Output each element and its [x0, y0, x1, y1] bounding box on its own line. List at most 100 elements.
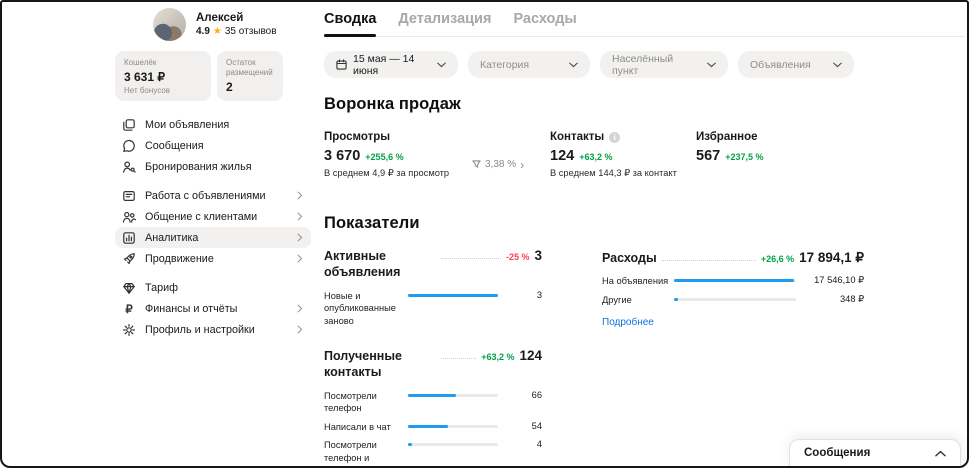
bar-fill — [408, 393, 456, 397]
card-value: 124 — [519, 348, 542, 363]
avatar — [153, 8, 186, 41]
card-title: Расходы — [602, 251, 657, 265]
tab-summary[interactable]: Сводка — [324, 11, 377, 37]
sidebar-item-work-with-listings[interactable]: Работа с объявлениями — [115, 185, 311, 206]
contacts-change: +63,2 % — [579, 152, 613, 162]
messages-widget-label: Сообщения — [804, 447, 871, 459]
svg-text:₽: ₽ — [125, 304, 133, 316]
sidebar-item-label: Бронирования жилья — [145, 160, 252, 173]
page: Алексей 4.9 35 отзывов Кошелёк 3 631 ₽ Н… — [0, 0, 969, 468]
views-change: +255,6 % — [365, 152, 404, 162]
card-title: Активные объявления — [324, 249, 401, 280]
profile-reviews: 35 отзывов — [224, 26, 277, 37]
sidebar-item-label: Продвижение — [145, 252, 214, 265]
sidebar-item-analytics[interactable]: Аналитика — [115, 227, 311, 248]
metric-row: На объявления 17 546,10 ₽ — [602, 275, 864, 287]
funnel-row: Просмотры 3 670 +255,6 % В среднем 4,9 ₽… — [324, 131, 965, 179]
tab-expenses[interactable]: Расходы — [513, 11, 576, 36]
card-value: 3 — [534, 248, 542, 263]
sidebar-item-client-communication[interactable]: Общение с клиентами — [115, 206, 311, 227]
card-received-contacts: Полученные контакты +63,2 % 124 Посмотре… — [324, 348, 542, 466]
dotted-leader — [661, 250, 756, 261]
chevron-right-icon — [297, 212, 303, 221]
filter-listings[interactable]: Объявления — [738, 51, 854, 78]
conversion-value: 3,38 % — [485, 159, 517, 170]
details-link[interactable]: Подробнее — [602, 317, 654, 328]
bar-track — [408, 443, 498, 447]
clients-icon — [122, 210, 136, 224]
sidebar-item-promotion[interactable]: Продвижение — [115, 248, 311, 269]
metric-row: Другие 348 ₽ — [602, 293, 864, 305]
finance-icon: ₽ — [122, 302, 136, 316]
sidebar-item-messages[interactable]: Сообщения — [115, 135, 311, 156]
placements-title: Остаток размещений — [226, 58, 273, 77]
sidebar-item-finance[interactable]: ₽ Финансы и отчёты — [115, 298, 311, 319]
tab-details[interactable]: Детализация — [398, 11, 491, 36]
views-sub: В среднем 4,9 ₽ за просмотр — [324, 168, 450, 178]
favorites-value: 567 — [696, 148, 721, 164]
chevron-down-icon — [569, 62, 578, 68]
listings-icon — [122, 118, 136, 132]
dotted-leader — [441, 248, 501, 259]
sidebar-item-label: Общение с клиентами — [145, 210, 258, 223]
views-to-contacts-conversion[interactable]: 3,38 % › — [472, 150, 550, 179]
placements-card[interactable]: Остаток размещений 2 — [217, 51, 283, 101]
bar-fill — [408, 443, 412, 447]
chevron-right-icon — [297, 304, 303, 313]
card-change: +63,2 % — [481, 352, 515, 362]
bar-fill — [674, 279, 794, 283]
sidebar-item-my-listings[interactable]: Мои объявления — [115, 114, 311, 135]
favorites-change: +237,5 % — [725, 152, 764, 162]
chevron-up-icon — [935, 444, 946, 462]
sidebar-item-label: Профиль и настройки — [145, 323, 255, 336]
wallet-amount: 3 631 ₽ — [124, 70, 165, 84]
wallet-card[interactable]: Кошелёк 3 631 ₽ Нет бонусов — [115, 51, 211, 101]
filter-category[interactable]: Категория — [468, 51, 590, 78]
bar-fill — [408, 293, 498, 297]
placements-value: 2 — [226, 80, 233, 94]
card-title: Полученные контакты — [324, 349, 402, 380]
analytics-icon — [122, 231, 136, 245]
sidebar-menu: Мои объявления Сообщения Бронирования жиль… — [115, 114, 311, 340]
filter-locality[interactable]: Населённый пункт — [600, 51, 728, 78]
messages-icon — [122, 139, 136, 153]
chevron-down-icon — [437, 62, 446, 68]
sidebar-item-label: Сообщения — [145, 139, 204, 152]
profile-name: Алексей — [196, 12, 244, 24]
sidebar-item-label: Тариф — [145, 281, 179, 294]
contacts-sub: В среднем 144,3 ₽ за контакт — [550, 168, 677, 178]
bar-track — [408, 424, 498, 428]
info-icon[interactable] — [609, 131, 621, 143]
card-change: -25 % — [505, 252, 530, 262]
metric-row: Посмотрели телефон и написали в чат 4 — [324, 439, 542, 466]
card-change: +26,6 % — [760, 254, 795, 264]
messages-widget[interactable]: Сообщения — [789, 439, 961, 466]
contacts-label: Контакты — [550, 131, 605, 143]
sidebar: Алексей 4.9 35 отзывов Кошелёк 3 631 ₽ Н… — [115, 8, 311, 348]
wallet-subtitle: Нет бонусов — [124, 86, 170, 95]
promotion-icon — [122, 252, 136, 266]
metric-row: Написали в чат 54 — [324, 420, 542, 432]
tabs: Сводка Детализация Расходы — [324, 2, 965, 37]
views-value: 3 670 — [324, 148, 361, 164]
chevron-right-icon — [297, 254, 303, 263]
indicators-title: Показатели — [324, 214, 420, 232]
main-content: Сводка Детализация Расходы 15 мая — 14 и… — [324, 2, 965, 466]
metric-row: Новые и опубликованные заново 3 — [324, 289, 542, 326]
card-active-listings: Активные объявления -25 % 3 Новые и опуб… — [324, 248, 542, 333]
work-listings-icon — [122, 189, 136, 203]
metric-row: Посмотрели телефон 66 — [324, 389, 542, 414]
dotted-leader — [441, 348, 477, 359]
sidebar-item-label: Мои объявления — [145, 118, 230, 131]
tariff-icon — [122, 281, 136, 295]
sidebar-item-label: Финансы и отчёты — [145, 302, 238, 315]
filter-date-range[interactable]: 15 мая — 14 июня — [324, 51, 458, 78]
profile[interactable]: Алексей 4.9 35 отзывов — [153, 8, 311, 41]
profile-rating: 4.9 — [196, 26, 210, 37]
sidebar-item-tariff[interactable]: Тариф — [115, 277, 311, 298]
filters: 15 мая — 14 июня Категория Населённый пу… — [324, 51, 965, 78]
sidebar-item-bookings[interactable]: Бронирования жилья — [115, 156, 311, 177]
sidebar-item-profile-settings[interactable]: Профиль и настройки — [115, 319, 311, 340]
indicator-cards: Активные объявления -25 % 3 Новые и опуб… — [324, 248, 965, 466]
funnel-favorites: Избранное 567 +237,5 % — [696, 131, 965, 179]
